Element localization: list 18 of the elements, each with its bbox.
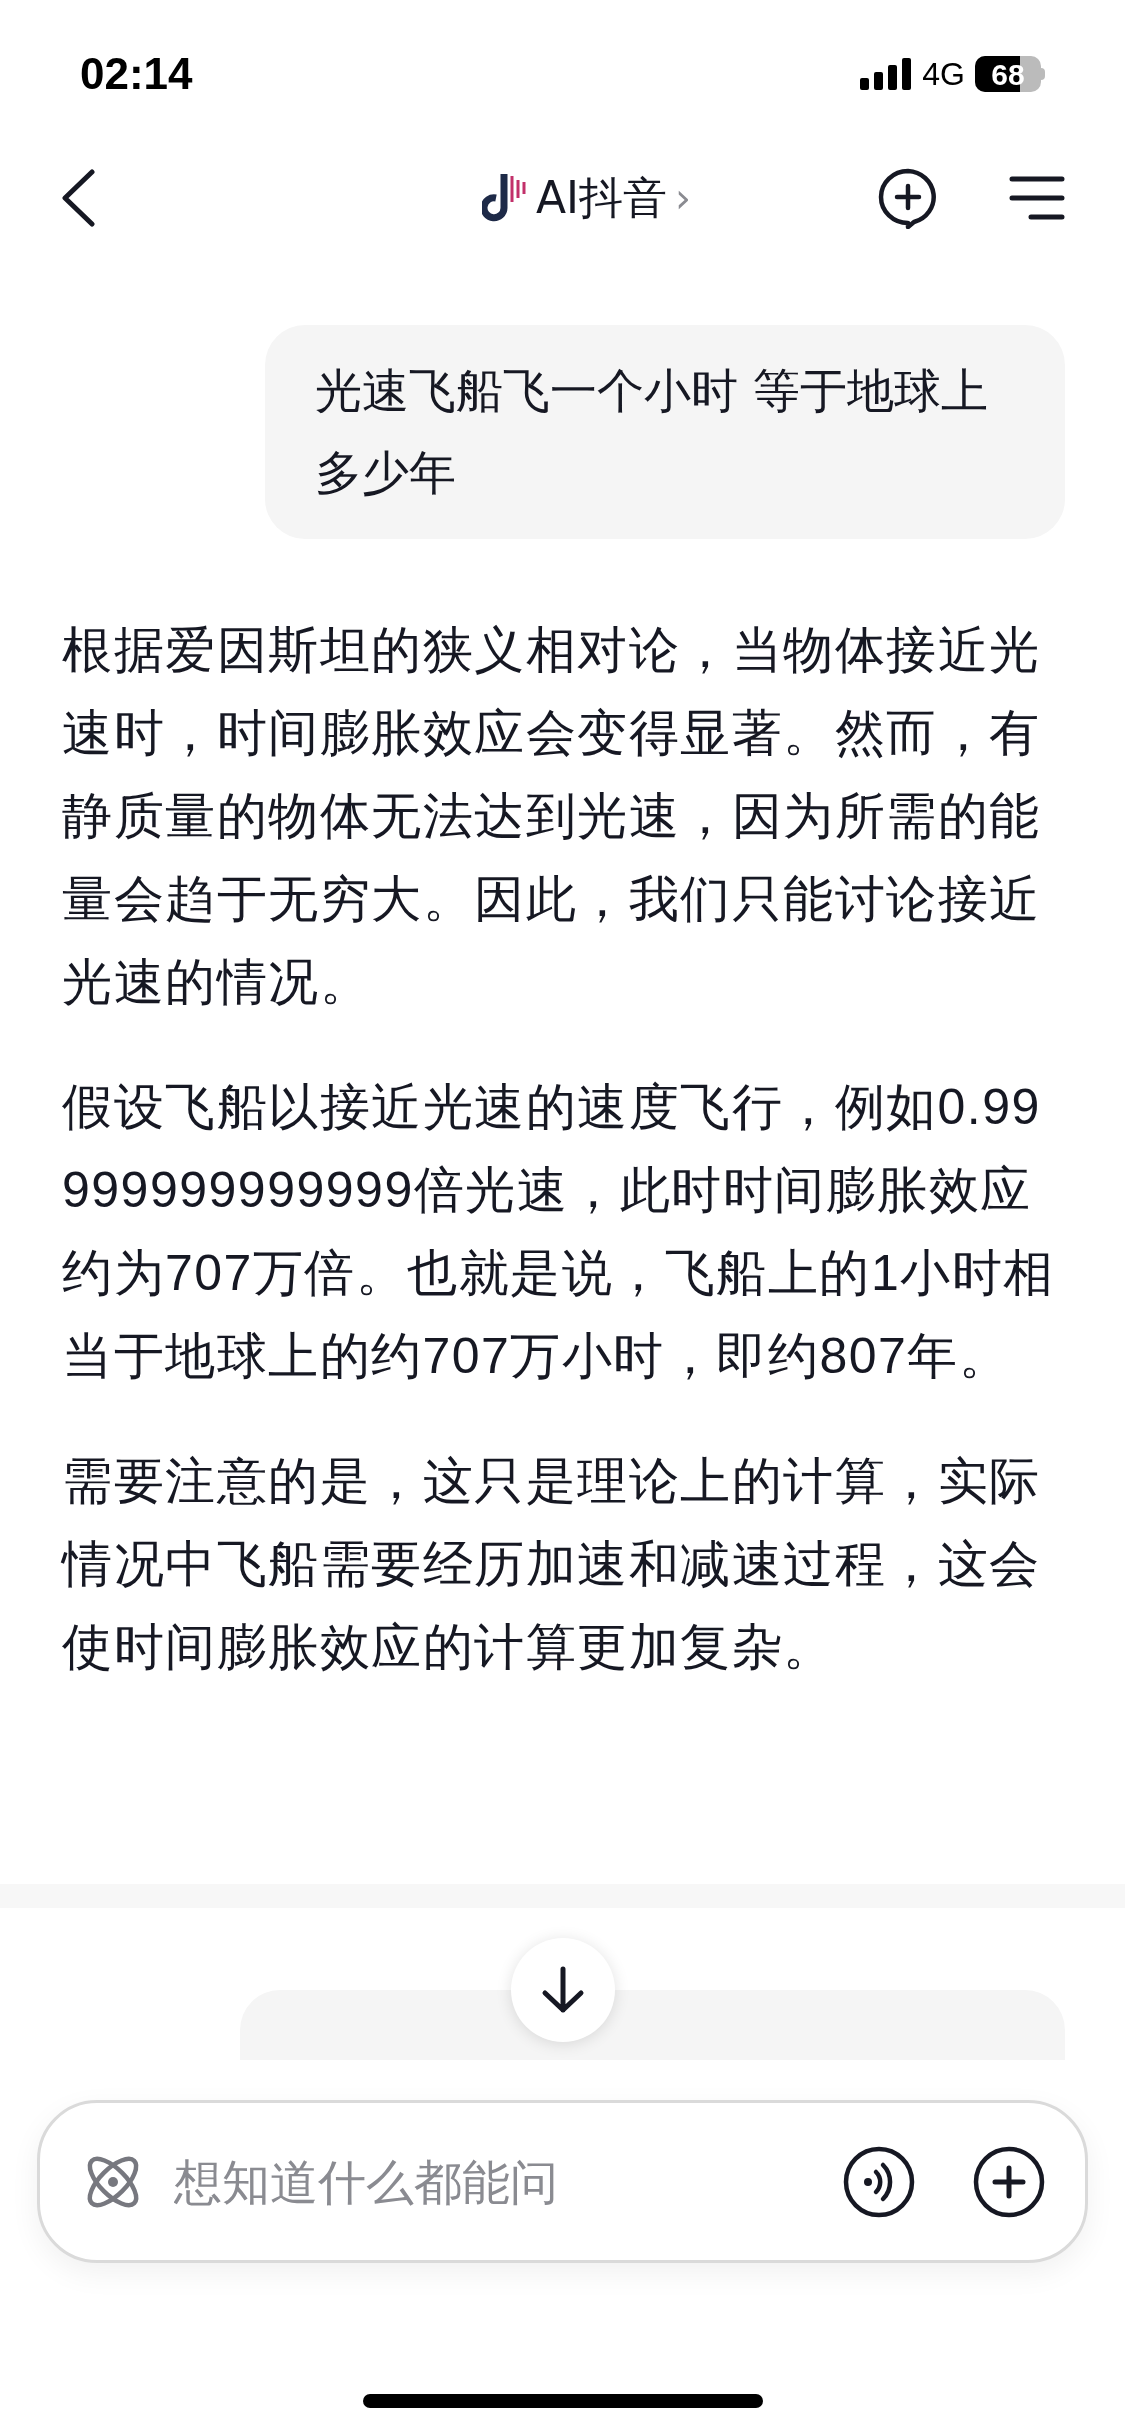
status-time: 02:14 bbox=[80, 48, 193, 100]
answer-paragraph: 根据爱因斯坦的狭义相对论，当物体接近光速时，时间膨胀效应会变得显著。然而，有静质量的物体无法达到光速，因为所需的能量会趋于无穷大。因此，我们只能讨论接近光速的情况。 bbox=[62, 621, 1042, 1012]
music-note-logo-icon bbox=[481, 171, 528, 224]
answer-paragraph: 假设飞船以接近光速的速度飞行，例如0.99999999999999倍光速，此时时间膨胀效应约为707万倍。也就是说，飞船上的1小时相当于地球上的约707万小时，即约807年。 bbox=[62, 1078, 1056, 1386]
back-icon[interactable] bbox=[60, 168, 96, 227]
voice-icon[interactable] bbox=[843, 2145, 915, 2218]
chat-input-field[interactable]: 想知道什么都能问 bbox=[37, 2100, 1088, 2263]
message-text: 光速飞船飞一个小时 等于地球上多少年 bbox=[315, 362, 989, 502]
chevron-icon: › bbox=[675, 177, 692, 218]
new-chat-icon[interactable] bbox=[877, 166, 939, 229]
signal-icon bbox=[860, 58, 913, 90]
app-title[interactable]: AI抖音 bbox=[535, 164, 668, 231]
menu-icon[interactable] bbox=[1009, 174, 1065, 221]
answer-paragraph: 需要注意的是，这只是理论上的计算，实际情况中飞船需要经历加速和减速过程，这会使时间膨胀效应的计算更加复杂。 bbox=[62, 1452, 1042, 1677]
chat-input[interactable]: 想知道什么都能问 bbox=[174, 2145, 843, 2218]
add-icon[interactable] bbox=[973, 2145, 1045, 2218]
network-label: 4G bbox=[922, 55, 965, 94]
arrow-down-icon bbox=[540, 1966, 585, 2014]
